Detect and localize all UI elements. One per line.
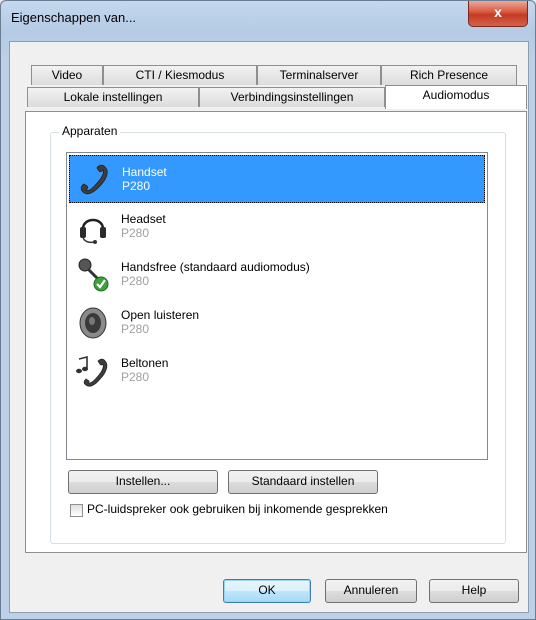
tab-cti-kiesmodus[interactable]: CTI / Kiesmodus (103, 65, 257, 85)
device-model: P280 (121, 226, 150, 240)
tab-video[interactable]: Video (31, 65, 103, 85)
close-button[interactable]: x (468, 1, 528, 27)
device-name: Open luisteren (121, 308, 200, 322)
pc-speaker-checkbox-label[interactable]: PC-luidspreker ook gebruiken bij inkomen… (87, 502, 388, 516)
pc-speaker-checkbox[interactable] (70, 504, 83, 517)
tab-rich-presence[interactable]: Rich Presence (381, 65, 517, 85)
device-model: P280 (121, 274, 150, 288)
handset-icon (80, 164, 108, 195)
ok-button[interactable]: OK (223, 579, 311, 603)
ringtone-icon (76, 355, 108, 387)
dialog-window: Eigenschappen van... x Video CTI / Kiesm… (0, 0, 536, 620)
device-model: P280 (121, 322, 150, 336)
window-title: Eigenschappen van... (11, 10, 137, 25)
device-name: Beltonen (121, 356, 169, 370)
tab-audiomodus[interactable]: Audiomodus (385, 85, 527, 109)
device-name: Handsfree (standaard audiomodus) (121, 260, 310, 274)
help-button[interactable]: Help (429, 579, 519, 603)
annuleren-button[interactable]: Annuleren (325, 579, 417, 603)
tab-lokale-instellingen[interactable]: Lokale instellingen (27, 87, 199, 107)
speaker-icon (79, 307, 107, 339)
list-item-handset[interactable]: Handset P280 (69, 155, 485, 203)
list-item-open-luisteren[interactable]: Open luisteren P280 (69, 299, 485, 347)
apparaten-group-label: Apparaten (59, 124, 121, 138)
device-model: P280 (121, 370, 150, 384)
standaard-instellen-button[interactable]: Standaard instellen (228, 470, 378, 494)
device-name: Headset (121, 212, 166, 226)
tab-verbindingsinstellingen[interactable]: Verbindingsinstellingen (199, 87, 385, 107)
instellen-button[interactable]: Instellen... (68, 470, 218, 494)
microphone-check-icon (78, 258, 109, 292)
title-bar[interactable]: Eigenschappen van... x (1, 1, 535, 35)
device-listbox[interactable]: Handset P280 Headset P280 Handsfree (sta… (66, 152, 488, 460)
close-icon: x (494, 4, 502, 20)
list-item-handsfree[interactable]: Handsfree (standaard audiomodus) P280 (69, 251, 485, 299)
audiomodus-panel: Apparaten Handset P280 Headset P280 Hand… (25, 111, 527, 553)
list-item-headset[interactable]: Headset P280 (69, 203, 485, 251)
tab-terminalserver[interactable]: Terminalserver (257, 65, 381, 85)
device-name: Handset (122, 165, 167, 179)
device-model: P280 (122, 179, 151, 193)
list-item-beltonen[interactable]: Beltonen P280 (69, 347, 485, 395)
headset-icon (80, 218, 106, 244)
